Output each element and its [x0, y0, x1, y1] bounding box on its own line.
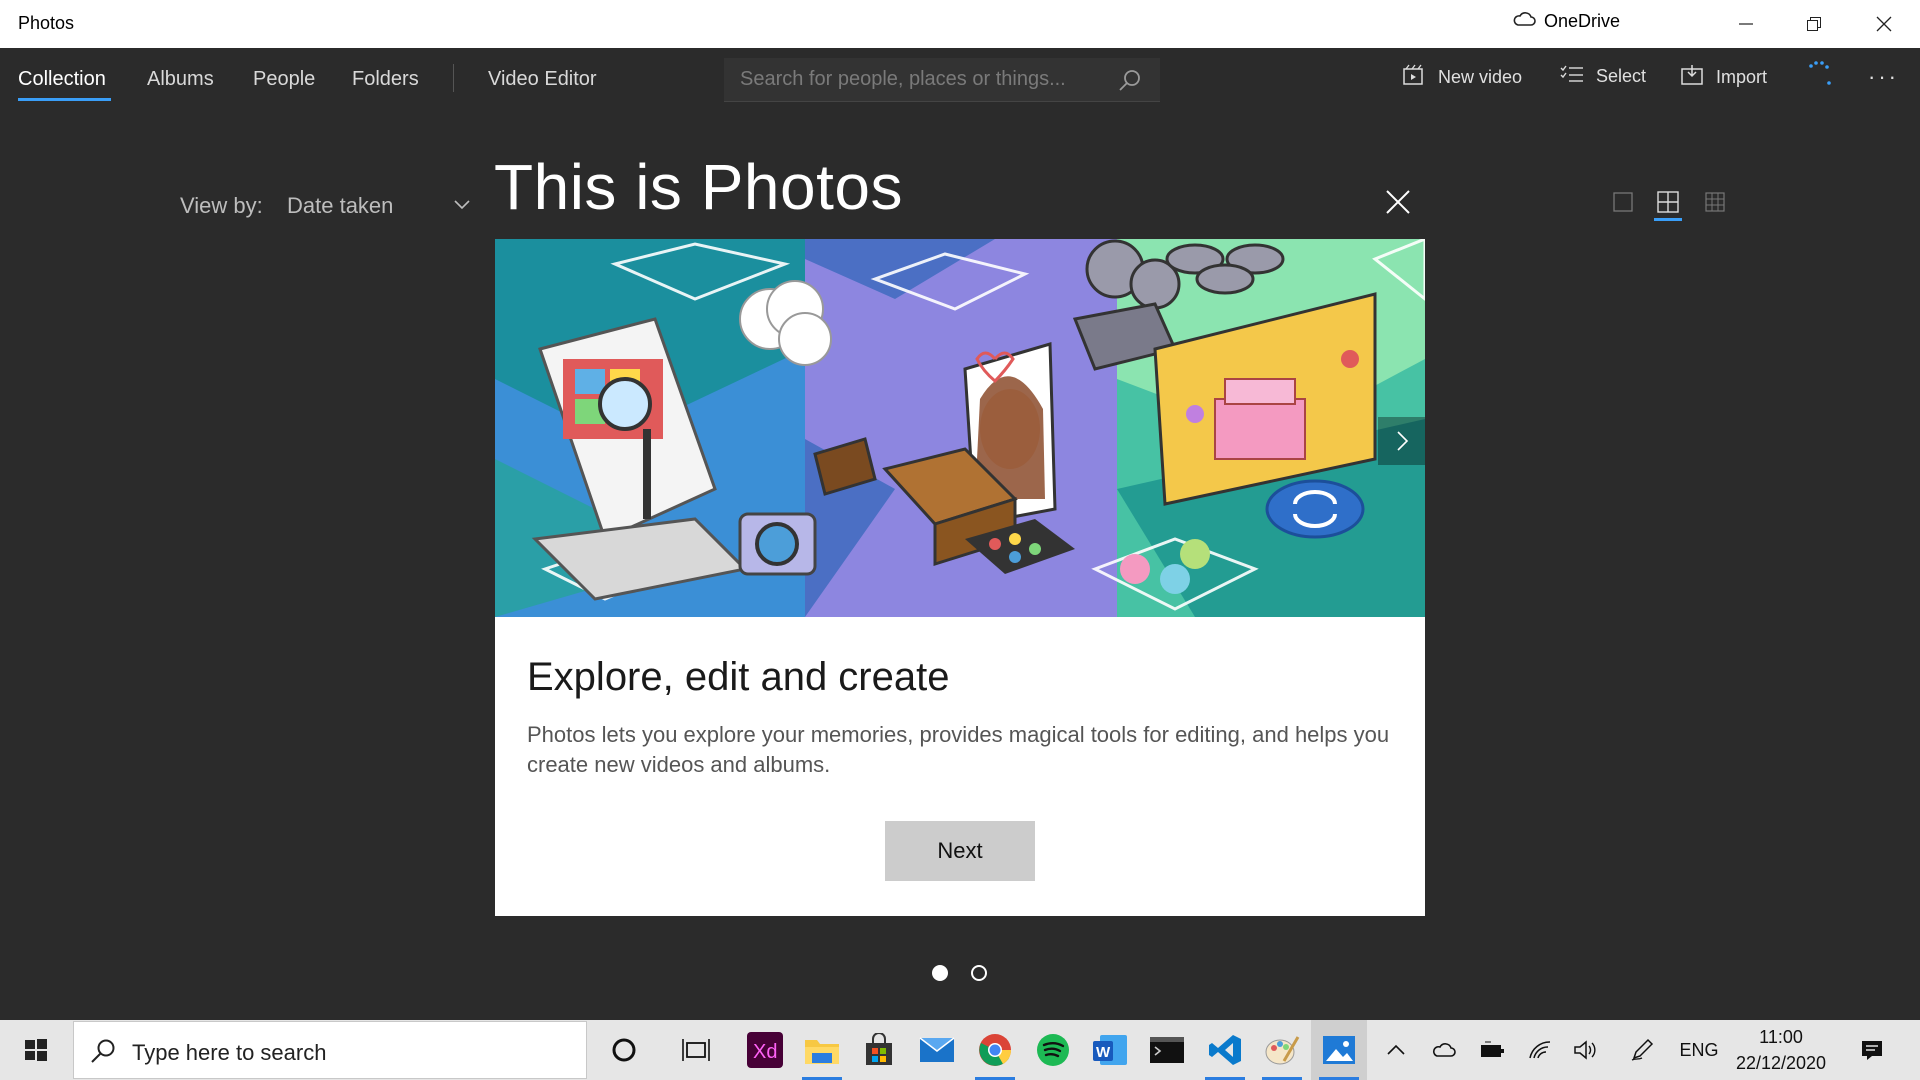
terminal-icon[interactable] — [1139, 1020, 1195, 1080]
adobe-xd-icon[interactable]: Xd — [737, 1020, 793, 1080]
new-video-button[interactable]: New video — [1402, 64, 1522, 91]
onedrive-label: OneDrive — [1544, 11, 1621, 31]
hero-illustration — [495, 239, 1425, 617]
onedrive-tray-icon[interactable] — [1428, 1020, 1460, 1080]
title-bar: Photos OneDrive — [0, 0, 1920, 48]
search-input[interactable] — [740, 68, 1100, 91]
search-icon — [90, 1038, 116, 1069]
onedrive-button[interactable]: OneDrive — [1512, 11, 1620, 32]
battery-icon[interactable] — [1476, 1020, 1508, 1080]
chevron-right-icon[interactable] — [1378, 417, 1425, 465]
more-options-icon[interactable]: ··· — [1868, 64, 1899, 90]
dialog-heading: Explore, edit and create — [527, 655, 950, 699]
select-button[interactable]: Select — [1560, 64, 1646, 89]
minimize-button[interactable] — [1712, 0, 1780, 48]
taskbar: Type here to search Xd W ENG 11:00 22/12… — [0, 1020, 1920, 1080]
dialog-card: Explore, edit and create Photos lets you… — [495, 617, 1425, 916]
new-video-label: New video — [1438, 67, 1523, 87]
dialog-title: This is Photos — [494, 151, 903, 223]
mail-icon[interactable] — [909, 1020, 965, 1080]
svg-text:Xd: Xd — [753, 1041, 777, 1063]
vscode-icon[interactable] — [1197, 1020, 1253, 1080]
nav-divider — [453, 64, 454, 92]
page-indicator-2[interactable] — [971, 965, 987, 981]
checklist-icon — [1560, 64, 1584, 89]
pen-icon[interactable] — [1626, 1020, 1658, 1080]
small-thumbnails-icon[interactable] — [1701, 188, 1729, 216]
app-title: Photos — [18, 13, 75, 33]
volume-icon[interactable] — [1570, 1020, 1602, 1080]
chevron-up-icon[interactable] — [1380, 1020, 1412, 1080]
store-icon[interactable] — [851, 1020, 907, 1080]
chevron-down-icon[interactable] — [452, 194, 472, 219]
close-window-button[interactable] — [1850, 0, 1918, 48]
import-icon — [1680, 64, 1704, 91]
tab-people[interactable]: People — [253, 68, 315, 91]
search-icon[interactable] — [1118, 68, 1142, 97]
select-label: Select — [1596, 66, 1647, 86]
svg-text:W: W — [1096, 1044, 1111, 1061]
active-view-indicator — [1654, 218, 1682, 221]
tab-video-editor[interactable]: Video Editor — [488, 68, 597, 91]
dialog-body: Photos lets you explore your memories, p… — [527, 722, 1390, 777]
paint-icon[interactable] — [1254, 1020, 1310, 1080]
file-explorer-icon[interactable] — [794, 1020, 850, 1080]
chrome-icon[interactable] — [967, 1020, 1023, 1080]
close-icon[interactable] — [1378, 182, 1418, 222]
import-label: Import — [1716, 67, 1768, 87]
action-center-icon[interactable] — [1852, 1020, 1892, 1080]
task-view-icon[interactable] — [668, 1020, 724, 1080]
taskbar-search[interactable]: Type here to search — [73, 1021, 587, 1079]
photos-icon[interactable] — [1311, 1020, 1367, 1080]
language-indicator[interactable]: ENG — [1676, 1020, 1722, 1080]
viewby-dropdown[interactable]: Date taken — [287, 193, 393, 219]
video-icon — [1402, 64, 1426, 91]
large-thumbnails-icon[interactable] — [1609, 188, 1637, 216]
medium-thumbnails-icon[interactable] — [1654, 188, 1682, 216]
cloud-icon — [1512, 11, 1536, 32]
page-indicator-1[interactable] — [932, 965, 948, 981]
next-button[interactable]: Next — [885, 821, 1035, 881]
tab-albums[interactable]: Albums — [147, 68, 214, 91]
clock-time: 11:00 — [1759, 1027, 1803, 1047]
taskbar-search-placeholder: Type here to search — [132, 1040, 327, 1065]
tab-collection[interactable]: Collection — [18, 68, 106, 91]
spotify-icon[interactable] — [1025, 1020, 1081, 1080]
viewby-label: View by: — [180, 193, 263, 218]
clock[interactable]: 11:00 22/12/2020 — [1726, 1024, 1836, 1076]
cortana-icon[interactable] — [596, 1020, 652, 1080]
search-box[interactable] — [724, 58, 1160, 102]
restore-button[interactable] — [1780, 0, 1848, 48]
word-icon[interactable]: W — [1082, 1020, 1138, 1080]
tab-folders[interactable]: Folders — [352, 68, 419, 91]
clock-date: 22/12/2020 — [1735, 1053, 1827, 1073]
windows-start-icon[interactable] — [0, 1020, 72, 1080]
active-tab-indicator — [18, 98, 111, 101]
import-button[interactable]: Import — [1680, 64, 1767, 91]
loading-spinner-icon — [1805, 58, 1835, 93]
wifi-icon[interactable] — [1524, 1020, 1556, 1080]
